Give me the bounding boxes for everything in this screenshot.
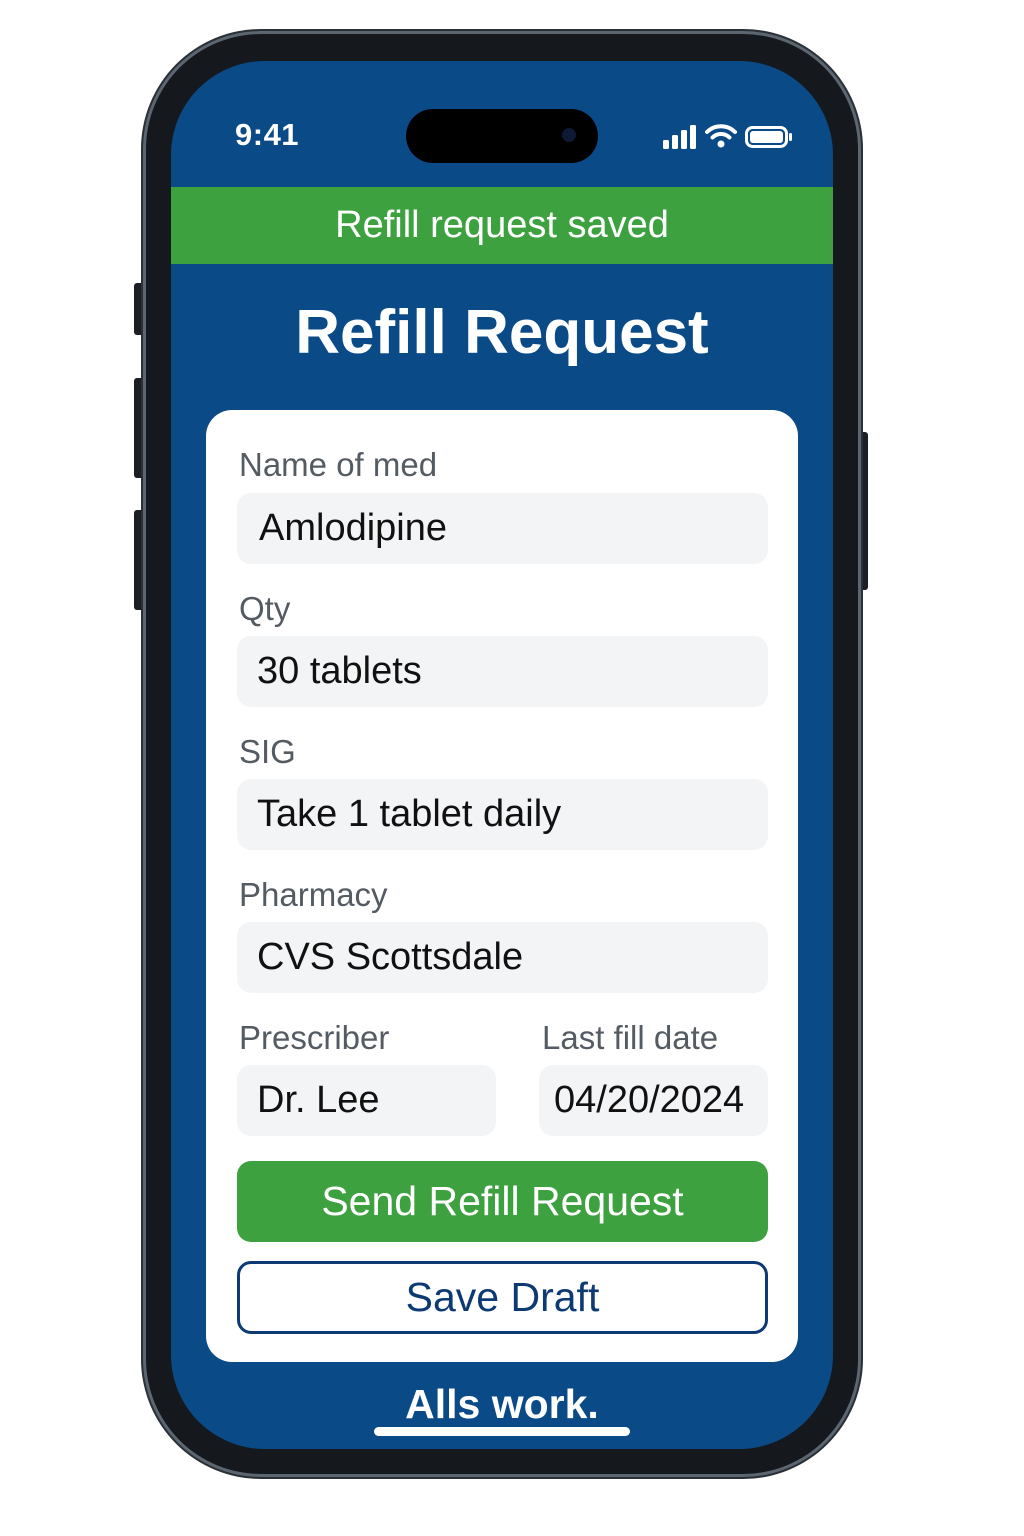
stage: 9:41 Refill request saved Refill Request…	[0, 0, 1024, 1536]
screen: 9:41 Refill request saved Refill Request…	[171, 61, 833, 1449]
signal-icon	[663, 125, 696, 149]
save-draft-button[interactable]: Save Draft	[237, 1261, 768, 1334]
battery-icon	[745, 126, 792, 148]
home-indicator[interactable]	[374, 1427, 630, 1436]
prescriber-field[interactable]: Dr. Lee	[237, 1065, 496, 1136]
pharmacy-field[interactable]: CVS Scottsdale	[237, 922, 768, 993]
sig-label: SIG	[239, 733, 296, 770]
qty-field[interactable]: 30 tablets	[237, 636, 768, 707]
refill-form-card: Name of med Amlodipine Qty 30 tablets SI…	[206, 410, 798, 1362]
phone-frame: 9:41 Refill request saved Refill Request…	[143, 31, 861, 1477]
dynamic-island	[406, 109, 598, 163]
success-toast: Refill request saved	[171, 187, 833, 264]
status-icons	[663, 123, 797, 153]
status-bar: 9:41	[171, 61, 833, 163]
status-time: 9:41	[235, 117, 300, 152]
sig-field[interactable]: Take 1 tablet daily	[237, 779, 768, 850]
page-title: Refill Request	[295, 298, 709, 367]
last-fill-date-label: Last fill date	[542, 1019, 719, 1056]
footer-text: Alls work.	[405, 1381, 599, 1427]
qty-label: Qty	[239, 590, 291, 627]
send-refill-request-button[interactable]: Send Refill Request	[237, 1161, 768, 1242]
pharmacy-label: Pharmacy	[239, 876, 388, 913]
med-name-field[interactable]: Amlodipine	[237, 493, 768, 564]
camera-icon	[562, 128, 576, 142]
last-fill-date-field[interactable]: 04/20/2024	[539, 1065, 768, 1136]
wifi-icon	[705, 124, 737, 148]
prescriber-label: Prescriber	[239, 1019, 390, 1056]
med-name-label: Name of med	[239, 446, 438, 483]
